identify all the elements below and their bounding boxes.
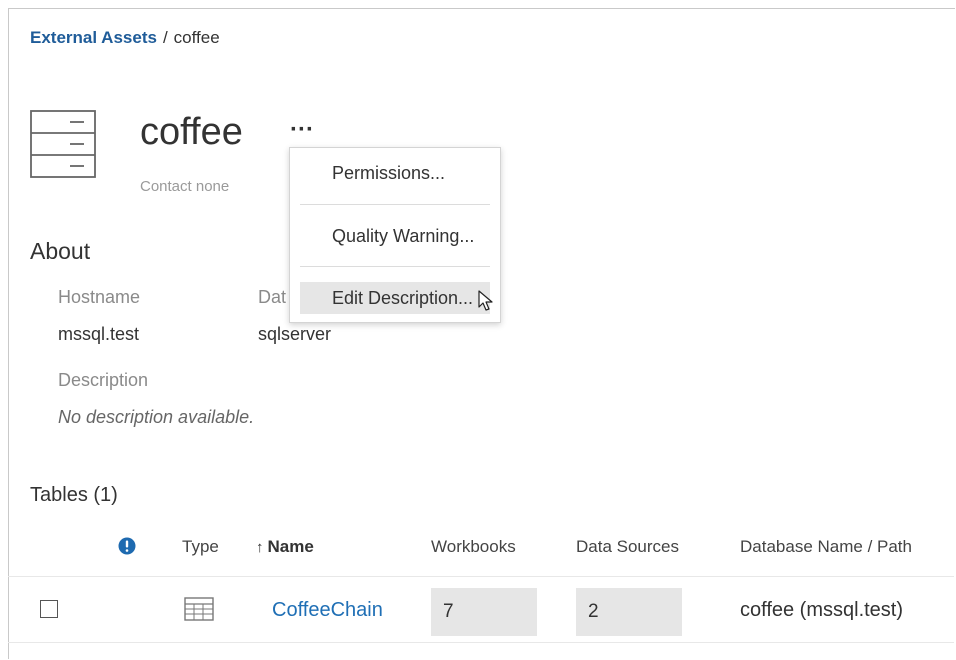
workbooks-count[interactable]: 7 [431,588,537,636]
database-path-value: coffee (mssql.test) [740,599,904,621]
content-frame [8,8,955,659]
description-label: Description [58,370,149,390]
row-select-checkbox[interactable] [40,600,58,618]
database-type-label: Dat [258,287,287,307]
menu-item-permissions[interactable]: Permissions... [300,157,490,189]
more-actions-button[interactable]: ··· [290,118,314,142]
menu-item-quality-warning[interactable]: Quality Warning... [300,220,490,252]
breadcrumb-current: coffee [173,28,220,47]
table-header-divider [8,576,954,577]
column-header-name[interactable]: ↑ Name [256,537,314,557]
mouse-pointer-icon [478,290,493,311]
column-header-workbooks[interactable]: Workbooks [431,537,516,557]
menu-item-edit-description[interactable]: Edit Description... [300,282,490,314]
breadcrumb-separator: / [162,28,168,47]
description-value: No description available. [58,407,255,427]
tables-heading: Tables (1) [30,484,118,506]
info-icon[interactable] [118,537,136,555]
contact-text: Contact none [140,178,230,195]
page-title: coffee [140,111,243,153]
menu-separator [300,204,490,205]
column-header-type[interactable]: Type [182,537,219,557]
menu-separator [300,266,490,267]
about-heading: About [30,238,91,264]
column-header-data-sources[interactable]: Data Sources [576,537,679,557]
breadcrumb: External Assets / coffee [30,28,220,48]
database-type-value: sqlserver [258,324,332,344]
hostname-label: Hostname [58,287,141,307]
breadcrumb-external-assets-link[interactable]: External Assets [30,28,157,47]
hostname-value: mssql.test [58,324,140,344]
column-header-name-label: Name [267,537,314,556]
table-icon [184,597,214,621]
table-name-link[interactable]: CoffeeChain [272,599,383,622]
sort-ascending-icon: ↑ [256,539,264,556]
database-icon [30,110,96,178]
data-sources-count[interactable]: 2 [576,588,682,636]
table-row-divider [8,642,954,643]
actions-menu: Permissions... Quality Warning... Edit D… [289,147,501,323]
column-header-database-path[interactable]: Database Name / Path [740,537,912,557]
